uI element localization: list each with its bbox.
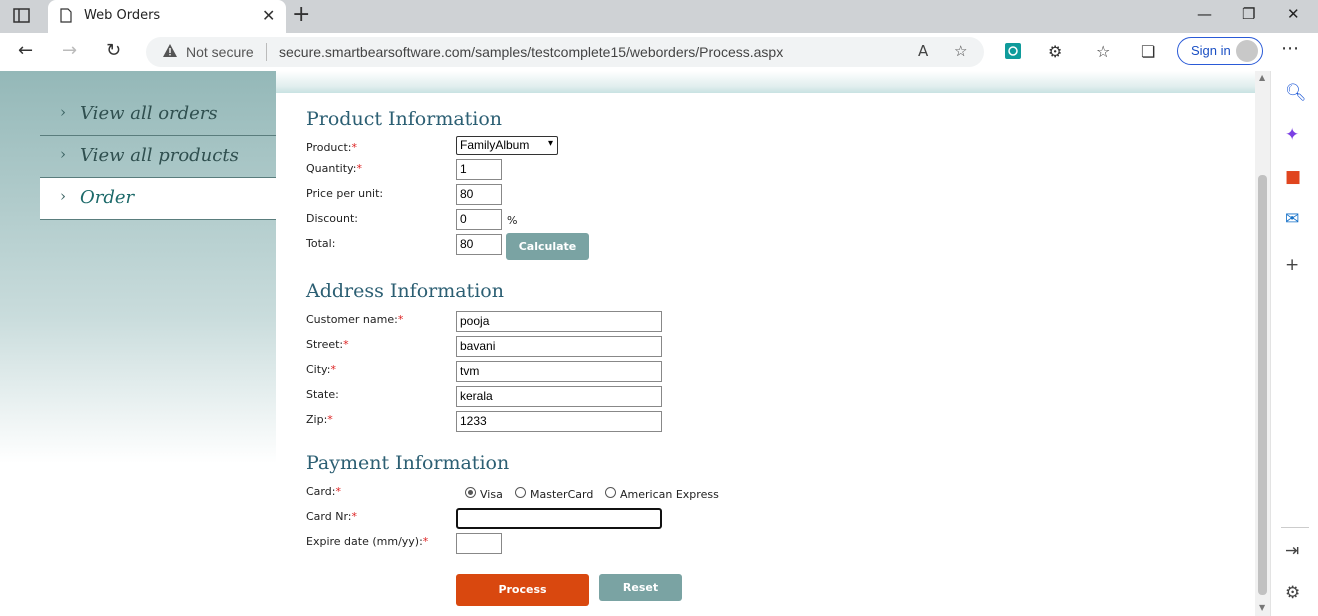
outlook-icon[interactable]: ✉	[1285, 209, 1299, 229]
street-label: Street:*	[306, 338, 349, 351]
city-input[interactable]: tvm	[456, 361, 662, 382]
american-express-radio[interactable]	[605, 487, 616, 498]
chevron-right-icon: ›	[60, 187, 66, 205]
customer-name-label: Customer name:*	[306, 313, 404, 326]
scroll-up-icon[interactable]: ▲	[1259, 73, 1265, 82]
total-input[interactable]: 80	[456, 234, 502, 255]
nav-item-order[interactable]: › Order	[40, 178, 276, 220]
discount-unit: %	[507, 214, 518, 227]
close-tab-icon[interactable]: ✕	[262, 6, 275, 25]
hide-sidebar-icon[interactable]: ⇥	[1285, 541, 1299, 561]
collections-icon[interactable]: ❏	[1141, 42, 1155, 61]
mastercard-label: MasterCard	[530, 488, 594, 501]
browser-toolbar: ← → ↻ Not secure secure.smartbearsoftwar…	[0, 33, 1318, 72]
nav-item-label: Order	[80, 187, 135, 208]
card-number-input[interactable]	[456, 508, 662, 529]
chevron-right-icon: ›	[60, 145, 66, 163]
nav-item-view-all-orders[interactable]: › View all orders	[40, 94, 276, 136]
address-bar[interactable]: Not secure secure.smartbearsoftware.com/…	[146, 37, 984, 67]
street-input[interactable]: bavani	[456, 336, 662, 357]
chevron-down-icon: ▾	[547, 138, 553, 149]
city-label: City:*	[306, 363, 336, 376]
back-icon[interactable]: ←	[18, 40, 33, 61]
price-label: Price per unit:	[306, 187, 384, 200]
browser-tab[interactable]: Web Orders ✕	[48, 0, 286, 33]
warning-icon	[163, 44, 177, 57]
top-band	[276, 71, 1255, 93]
product-select[interactable]: FamilyAlbum ▾	[456, 136, 558, 155]
more-menu-icon[interactable]: ⋯	[1281, 38, 1299, 59]
nav-item-label: View all products	[80, 145, 239, 166]
quantity-label: Quantity:*	[306, 162, 362, 175]
address-heading: Address Information	[306, 280, 504, 302]
page-icon	[60, 8, 72, 23]
price-input[interactable]: 80	[456, 184, 502, 205]
total-label: Total:	[306, 237, 336, 250]
office-icon[interactable]: ■	[1285, 167, 1301, 187]
state-label: State:	[306, 388, 339, 401]
state-input[interactable]: kerala	[456, 386, 662, 407]
american-express-label: American Express	[620, 488, 719, 501]
payment-heading: Payment Information	[306, 452, 510, 474]
process-button[interactable]: Process	[456, 574, 589, 606]
browser-tab-bar: Web Orders ✕ + — ❐ ✕	[0, 0, 1318, 33]
product-label: Product:*	[306, 141, 357, 154]
nav-item-view-all-products[interactable]: › View all products	[40, 136, 276, 178]
scrollbar-thumb[interactable]	[1258, 175, 1267, 595]
read-aloud-icon[interactable]: A	[918, 42, 928, 60]
customer-name-input[interactable]: pooja	[456, 311, 662, 332]
page-scrollbar[interactable]: ▲ ▼	[1255, 71, 1270, 616]
zip-input[interactable]: 1233	[456, 411, 662, 432]
search-icon[interactable]: 🔍︎	[1285, 83, 1307, 103]
nav-item-label: View all orders	[80, 103, 218, 124]
card-number-label: Card Nr:*	[306, 510, 357, 523]
quantity-input[interactable]: 1	[456, 159, 502, 180]
sidebar-divider	[1281, 527, 1309, 528]
settings-icon[interactable]: ⚙	[1285, 583, 1300, 603]
extensions-icon[interactable]: ⚙	[1048, 42, 1062, 61]
product-heading: Product Information	[306, 108, 503, 130]
restore-icon[interactable]: ❐	[1242, 5, 1255, 23]
visa-radio[interactable]	[465, 487, 476, 498]
not-secure-label: Not secure	[186, 44, 254, 60]
chevron-right-icon: ›	[60, 103, 66, 121]
mastercard-radio[interactable]	[515, 487, 526, 498]
visa-label: Visa	[480, 488, 503, 501]
edge-sidebar: 🔍︎ ✦ ■ ✉ + ⇥ ⚙	[1270, 71, 1318, 616]
reset-button[interactable]: Reset	[599, 574, 682, 601]
favorite-add-icon[interactable]: ☆	[954, 42, 967, 60]
address-separator	[266, 43, 267, 61]
expire-date-input[interactable]	[456, 533, 502, 554]
new-tab-icon[interactable]: +	[292, 2, 310, 27]
zip-label: Zip:*	[306, 413, 333, 426]
add-sidebar-icon[interactable]: +	[1285, 255, 1299, 275]
scroll-down-icon[interactable]: ▼	[1259, 603, 1265, 612]
extension-app-icon[interactable]	[1004, 42, 1022, 60]
calculate-button[interactable]: Calculate	[506, 233, 589, 260]
card-label: Card:*	[306, 485, 341, 498]
sign-in-button[interactable]: Sign in	[1177, 37, 1263, 65]
refresh-icon[interactable]: ↻	[106, 40, 121, 61]
favorites-icon[interactable]: ☆	[1096, 42, 1110, 61]
copilot-icon[interactable]: ✦	[1285, 125, 1299, 145]
avatar-icon	[1236, 40, 1258, 62]
expire-date-label: Expire date (mm/yy):*	[306, 535, 429, 548]
url-text[interactable]: secure.smartbearsoftware.com/samples/tes…	[279, 44, 783, 60]
tab-actions-icon[interactable]	[12, 7, 32, 25]
sign-in-label: Sign in	[1191, 43, 1231, 58]
tab-title: Web Orders	[84, 8, 161, 23]
side-navigation: › View all orders › View all products › …	[40, 94, 276, 220]
minimize-icon[interactable]: —	[1197, 5, 1212, 23]
close-window-icon[interactable]: ✕	[1287, 5, 1300, 23]
discount-label: Discount:	[306, 212, 358, 225]
forward-icon[interactable]: →	[62, 40, 77, 61]
discount-input[interactable]: 0	[456, 209, 502, 230]
